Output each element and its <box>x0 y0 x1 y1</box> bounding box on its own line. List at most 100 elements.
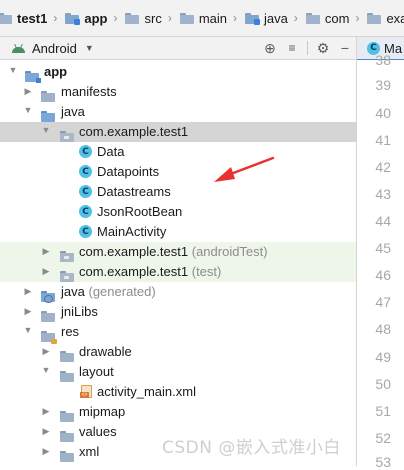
folder-icon <box>60 370 74 382</box>
collapse-icon[interactable]: ≡ <box>281 37 303 59</box>
tree-item-package-main[interactable]: ▼ com.example.test1 <box>0 122 356 142</box>
line-number: 45 <box>375 240 391 256</box>
tree-item-class-datastreams[interactable]: C Datastreams <box>0 182 356 202</box>
gear-icon[interactable]: ⚙ <box>312 37 334 59</box>
folder-icon <box>41 310 55 322</box>
folder-icon <box>179 12 194 24</box>
folder-icon <box>0 12 12 24</box>
tree-item-label: mipmap <box>79 404 126 419</box>
tree-item-res[interactable]: ▼ res <box>0 322 356 344</box>
tree-item-label: Datastreams <box>97 184 171 199</box>
collapsed-arrow-icon[interactable]: ▶ <box>41 246 51 257</box>
breadcrumb-item-java[interactable]: java <box>243 0 288 36</box>
tree-item-manifests[interactable]: ▶ manifests <box>0 82 356 102</box>
tree-item-label: xml <box>79 444 100 459</box>
expanded-arrow-icon[interactable]: ▼ <box>41 125 51 135</box>
chevron-right-icon: › <box>293 11 298 25</box>
chevron-right-icon: › <box>113 11 118 25</box>
locate-icon[interactable]: ⊕ <box>259 37 281 59</box>
source-folder-icon <box>41 110 55 122</box>
breadcrumb-item-main[interactable]: main <box>178 0 227 36</box>
tree-item-label: res <box>61 324 80 339</box>
expanded-arrow-icon[interactable]: ▼ <box>8 65 18 75</box>
tree-item-label: com.example.test1 <box>79 124 189 139</box>
breadcrumb-item-example[interactable]: example <box>365 0 404 36</box>
tree-item-label: com.example.test1 (androidTest) <box>79 244 268 259</box>
tree-item-label: Datapoints <box>97 164 160 179</box>
line-number: 48 <box>375 321 391 337</box>
android-icon <box>12 43 25 53</box>
tree-item-drawable[interactable]: ▶ drawable <box>0 342 356 362</box>
folder-icon <box>60 450 74 462</box>
line-number: 50 <box>375 376 391 392</box>
project-toolbar: Android ▼ ⊕ ≡ ⚙ − <box>0 37 356 60</box>
tree-item-hint: (generated) <box>88 284 156 299</box>
folder-icon <box>125 12 140 24</box>
collapsed-arrow-icon[interactable]: ▶ <box>23 86 33 97</box>
package-icon <box>60 130 74 142</box>
module-folder-icon <box>65 12 81 25</box>
folder-icon <box>60 350 74 362</box>
tree-item-class-datapoints[interactable]: C Datapoints <box>0 162 356 182</box>
line-number: 49 <box>375 349 391 365</box>
tree-item-class-mainactivity[interactable]: C MainActivity <box>0 222 356 242</box>
toolbar-divider <box>307 41 308 55</box>
chevron-right-icon: › <box>233 11 238 25</box>
collapsed-arrow-icon[interactable]: ▶ <box>41 446 51 457</box>
tree-item-layout[interactable]: ▼ layout <box>0 362 356 382</box>
tree-item-label: jniLibs <box>61 304 98 319</box>
collapsed-arrow-icon[interactable]: ▶ <box>41 406 51 417</box>
tree-item-label: java (generated) <box>61 284 156 299</box>
package-icon <box>60 250 74 262</box>
collapsed-arrow-icon[interactable]: ▶ <box>23 286 33 297</box>
tree-item-label: activity_main.xml <box>97 384 196 399</box>
chevron-right-icon: › <box>355 11 360 25</box>
expanded-arrow-icon[interactable]: ▼ <box>23 325 33 335</box>
tree-item-package-androidtest[interactable]: ▶ com.example.test1 (androidTest) <box>0 242 356 262</box>
folder-icon <box>60 430 74 442</box>
line-number: 46 <box>375 267 391 283</box>
tree-item-app[interactable]: ▼ app <box>0 62 356 83</box>
tree-item-label: layout <box>79 364 114 379</box>
collapsed-arrow-icon[interactable]: ▶ <box>23 306 33 317</box>
class-icon: C <box>79 165 92 178</box>
line-number: 41 <box>375 132 391 148</box>
line-number: 42 <box>375 159 391 175</box>
tree-item-label: MainActivity <box>97 224 167 239</box>
chevron-right-icon: › <box>167 11 172 25</box>
breadcrumb-item-com[interactable]: com <box>304 0 349 36</box>
tree-item-label: Data <box>97 144 125 159</box>
tree-item-mipmap[interactable]: ▶ mipmap <box>0 402 356 422</box>
class-icon: C <box>79 205 92 218</box>
tree-item-label: JsonRootBean <box>97 204 183 219</box>
tree-item-class-data[interactable]: C Data <box>0 142 356 162</box>
expanded-arrow-icon[interactable]: ▼ <box>41 365 51 375</box>
editor-gutter: 38 39 40 41 42 43 44 45 46 47 48 49 50 5… <box>357 52 404 470</box>
breadcrumb-item-test1[interactable]: test1 <box>0 0 47 36</box>
breadcrumb-item-src[interactable]: src <box>123 0 162 36</box>
expanded-arrow-icon[interactable]: ▼ <box>23 105 33 115</box>
source-folder-icon <box>245 12 261 25</box>
chevron-down-icon: ▼ <box>84 43 94 53</box>
line-number: 52 <box>375 430 391 446</box>
tree-item-jnilibs[interactable]: ▶ jniLibs <box>0 302 356 322</box>
tree-item-java-generated[interactable]: ▶ java (generated) <box>0 282 356 303</box>
collapsed-arrow-icon[interactable]: ▶ <box>41 346 51 357</box>
tree-item-class-jsonrootbean[interactable]: C JsonRootBean <box>0 202 356 222</box>
view-selector[interactable]: Android ▼ <box>0 37 94 59</box>
class-icon: C <box>79 185 92 198</box>
collapsed-arrow-icon[interactable]: ▶ <box>41 426 51 437</box>
tree-item-label: com.example.test1 (test) <box>79 264 222 279</box>
tree-item-package-test[interactable]: ▶ com.example.test1 (test) <box>0 262 356 282</box>
package-icon <box>305 12 320 24</box>
breadcrumb: test1 › app › src › main › java › com › … <box>0 0 404 37</box>
generated-folder-icon <box>41 290 55 303</box>
module-folder-icon <box>25 70 41 83</box>
collapsed-arrow-icon[interactable]: ▶ <box>41 266 51 277</box>
line-number: 53 <box>375 454 391 470</box>
line-number: 44 <box>375 213 391 229</box>
breadcrumb-item-app[interactable]: app <box>63 0 107 36</box>
tree-item-java[interactable]: ▼ java <box>0 102 356 122</box>
tree-item-activity-main-xml[interactable]: <> activity_main.xml <box>0 382 356 402</box>
tree-item-label: app <box>44 64 68 79</box>
